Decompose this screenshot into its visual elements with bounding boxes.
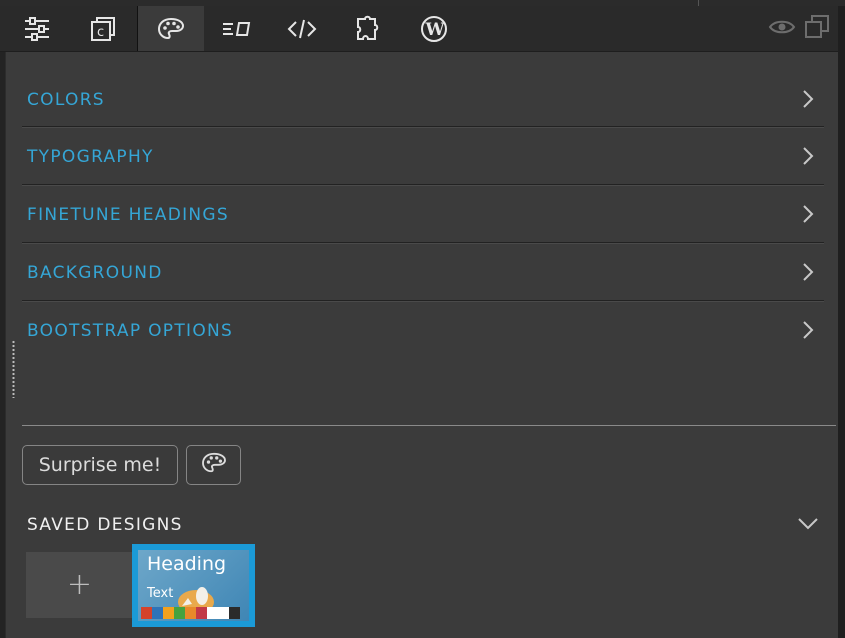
- swatch: [141, 607, 152, 619]
- settings-sliders-icon[interactable]: [4, 6, 70, 51]
- swatch: [185, 607, 196, 619]
- thumb-heading: Heading: [147, 553, 227, 575]
- components-icon[interactable]: c: [70, 6, 136, 51]
- surprise-me-label: Surprise me!: [38, 454, 162, 476]
- menu-item-background[interactable]: BACKGROUND: [22, 243, 824, 301]
- swatch: [163, 607, 174, 619]
- right-scrollbar[interactable]: [838, 6, 845, 638]
- chevron-right-icon: [802, 89, 814, 113]
- menu-item-typography[interactable]: TYPOGRAPHY: [22, 127, 824, 185]
- add-design-button[interactable]: +: [26, 552, 133, 618]
- resize-grip-handle[interactable]: [12, 340, 15, 398]
- menu-item-label: FINETUNE HEADINGS: [27, 205, 229, 225]
- chevron-right-icon: [802, 320, 814, 344]
- swatch: [229, 607, 240, 619]
- color-swatches: [141, 607, 240, 619]
- swatch: [218, 607, 229, 619]
- chevron-right-icon: [802, 204, 814, 228]
- code-icon[interactable]: [269, 6, 335, 51]
- palette-icon: [201, 452, 227, 478]
- chevron-down-icon[interactable]: [797, 516, 819, 535]
- swatch: [207, 607, 218, 619]
- menu-item-label: COLORS: [27, 90, 105, 110]
- section-divider: [22, 425, 836, 426]
- toolbar: c W: [0, 6, 838, 52]
- swatch: [196, 607, 207, 619]
- wordpress-icon[interactable]: W: [401, 6, 467, 51]
- duplicate-icon[interactable]: [804, 14, 830, 44]
- section-menu: COLORS TYPOGRAPHY FINETUNE HEADINGS BACK…: [22, 70, 824, 358]
- chevron-right-icon: [802, 146, 814, 170]
- menu-item-finetune-headings[interactable]: FINETUNE HEADINGS: [22, 185, 824, 243]
- saved-designs-title: SAVED DESIGNS: [27, 515, 183, 535]
- design-preview: Heading Text: [138, 550, 249, 621]
- svg-text:c: c: [97, 25, 104, 40]
- design-panel: c W COLORS TYPOGRAPHY FINETUNE HEADINGS …: [0, 0, 845, 638]
- swatch: [152, 607, 163, 619]
- thumb-text: Text: [147, 586, 174, 601]
- left-gutter-line: [5, 52, 6, 638]
- menu-item-label: TYPOGRAPHY: [27, 147, 154, 167]
- swatch: [174, 607, 185, 619]
- menu-item-bootstrap-options[interactable]: BOOTSTRAP OPTIONS: [22, 301, 824, 358]
- text-format-icon[interactable]: [203, 6, 269, 51]
- saved-design-thumbnail[interactable]: Heading Text: [132, 544, 255, 627]
- design-palette-icon[interactable]: [137, 6, 204, 51]
- menu-item-label: BACKGROUND: [27, 263, 163, 283]
- toolbar-right: [768, 6, 830, 51]
- svg-text:W: W: [425, 20, 446, 40]
- plugins-icon[interactable]: [335, 6, 401, 51]
- preview-eye-icon[interactable]: [768, 18, 796, 40]
- palette-button[interactable]: [186, 445, 241, 485]
- surprise-me-button[interactable]: Surprise me!: [22, 445, 178, 485]
- menu-item-label: BOOTSTRAP OPTIONS: [27, 321, 234, 341]
- menu-item-colors[interactable]: COLORS: [22, 70, 824, 127]
- chevron-right-icon: [802, 262, 814, 286]
- add-design-label: +: [66, 567, 93, 602]
